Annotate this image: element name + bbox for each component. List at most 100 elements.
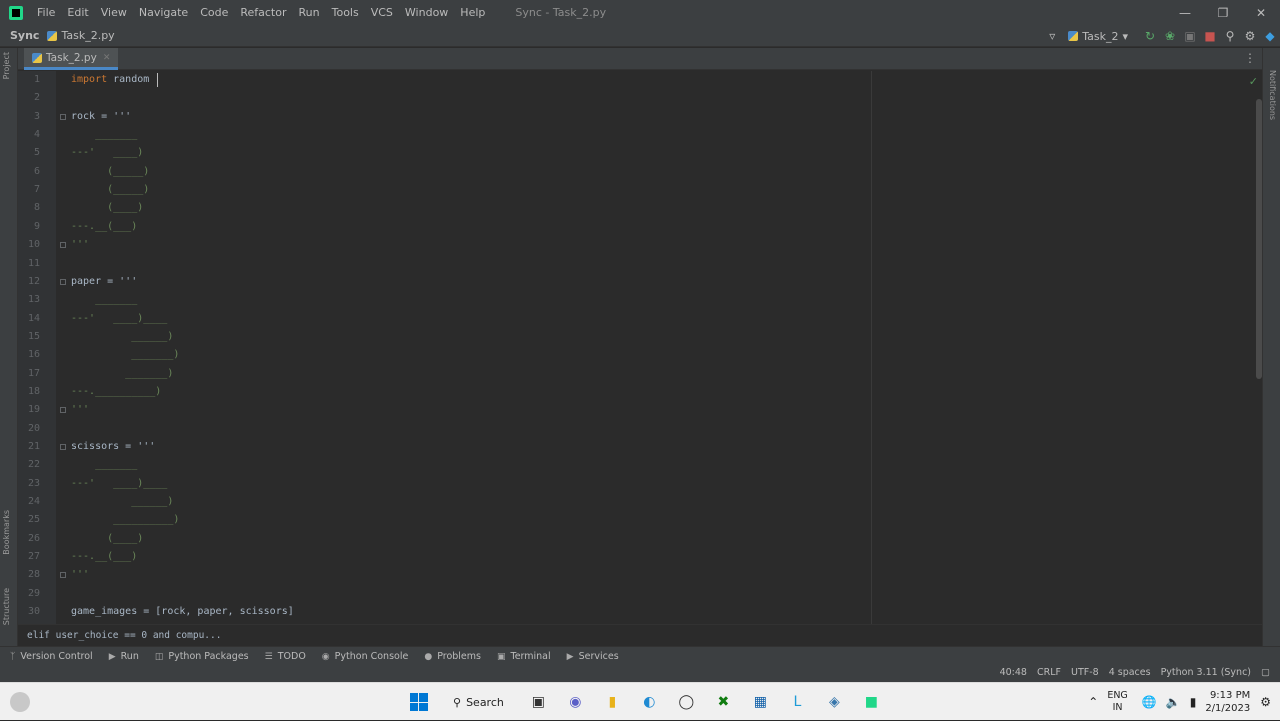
pycharm-taskbar-icon[interactable]: ■ [856, 687, 886, 717]
lock-icon[interactable]: ▢ [1261, 667, 1270, 678]
fold-marker-icon[interactable] [60, 278, 66, 285]
plugin-icon[interactable]: ◆ [1260, 26, 1280, 46]
menu-navigate[interactable]: Navigate [133, 0, 194, 25]
code-line[interactable]: 3 rock = ''' [18, 108, 1262, 126]
code-line[interactable]: 8 (____) [18, 199, 1262, 217]
task-view-icon[interactable]: ▣ [523, 687, 553, 717]
indent-setting[interactable]: 4 spaces [1109, 667, 1151, 678]
stop-icon[interactable]: ■ [1200, 26, 1220, 46]
menu-code[interactable]: Code [194, 0, 234, 25]
user-icon[interactable]: ▿ [1042, 26, 1062, 46]
restore-icon[interactable]: ❐ [1204, 0, 1242, 25]
code-line[interactable]: 20 [18, 420, 1262, 438]
fold-marker-icon[interactable] [60, 242, 66, 249]
fold-marker-icon[interactable] [60, 572, 66, 579]
structure-tab[interactable]: Structure [2, 588, 11, 625]
notifications-tab[interactable]: Notifications [1268, 70, 1277, 120]
code-line[interactable]: 6 (_____) [18, 163, 1262, 181]
language-indicator[interactable]: ENG IN [1107, 690, 1127, 714]
tool-services[interactable]: ▶ Services [567, 651, 619, 662]
xbox-icon[interactable]: ✖ [708, 687, 738, 717]
menu-file[interactable]: File [31, 0, 61, 25]
code-line[interactable]: 13 _______ [18, 291, 1262, 309]
volume-icon[interactable]: 🔈 [1166, 695, 1181, 709]
code-line[interactable]: 12 paper = ''' [18, 273, 1262, 291]
tool-terminal[interactable]: ▣ Terminal [497, 651, 551, 662]
taskbar-search[interactable]: ⚲ Search [443, 689, 514, 715]
fold-marker-icon[interactable] [60, 444, 66, 450]
code-line[interactable]: 29 [18, 585, 1262, 603]
breadcrumb-file[interactable]: Task_2.py [47, 29, 115, 42]
system-clock[interactable]: 9:13 PM 2/1/2023 [1205, 689, 1250, 715]
code-line[interactable]: 10 ''' [18, 236, 1262, 254]
start-button[interactable] [404, 687, 434, 717]
calculator-icon[interactable]: ▦ [745, 687, 775, 717]
search-icon[interactable]: ⚲ [1220, 26, 1240, 46]
gear-icon[interactable]: ⚙ [1240, 26, 1260, 46]
bookmarks-tab[interactable]: Bookmarks [2, 510, 11, 555]
tool-run[interactable]: ▶ Run [109, 651, 139, 662]
menu-help[interactable]: Help [454, 0, 491, 25]
code-line[interactable]: 21 scissors = ''' [18, 438, 1262, 456]
file-encoding[interactable]: UTF-8 [1071, 667, 1099, 678]
line-separator[interactable]: CRLF [1037, 667, 1061, 678]
menu-refactor[interactable]: Refactor [234, 0, 292, 25]
code-line[interactable]: 25 __________) [18, 511, 1262, 529]
code-line[interactable]: 2 [18, 89, 1262, 107]
code-line[interactable]: 22 _______ [18, 456, 1262, 474]
code-line[interactable]: 11 [18, 255, 1262, 273]
python-icon[interactable]: ◈ [819, 687, 849, 717]
code-line[interactable]: 23 ---' ____)____ [18, 475, 1262, 493]
tool-problems[interactable]: ● Problems [424, 651, 481, 662]
close-tab-icon[interactable]: ✕ [103, 53, 111, 63]
code-line[interactable]: 1 import random [18, 71, 1262, 89]
code-line[interactable]: 9 ---.__(___) [18, 218, 1262, 236]
tool-python-packages[interactable]: ◫ Python Packages [155, 651, 249, 662]
run-config-selector[interactable]: Task_2 ▾ [1062, 27, 1134, 45]
python-interpreter[interactable]: Python 3.11 (Sync) [1161, 667, 1251, 678]
menu-tools[interactable]: Tools [326, 0, 365, 25]
code-line[interactable]: 17 _______) [18, 365, 1262, 383]
network-icon[interactable]: 🌐 [1142, 695, 1157, 709]
code-line[interactable]: 30 game_images = [rock, paper, scissors] [18, 603, 1262, 621]
fold-marker-icon[interactable] [60, 407, 66, 414]
menu-view[interactable]: View [95, 0, 133, 25]
code-editor[interactable]: ✓ 1 import random 2 3 rock = ''' 4 _______ 5 --… [18, 71, 1262, 624]
notification-bell-icon[interactable]: ⚙ [1260, 695, 1271, 709]
code-line[interactable]: 27 ---.__(___) [18, 548, 1262, 566]
code-line[interactable]: 15 ______) [18, 328, 1262, 346]
code-line[interactable]: 4 _______ [18, 126, 1262, 144]
obs-icon[interactable]: ◯ [671, 687, 701, 717]
close-icon[interactable]: ✕ [1242, 0, 1280, 25]
chevron-up-icon[interactable]: ⌃ [1088, 695, 1098, 709]
menu-vcs[interactable]: VCS [365, 0, 399, 25]
rerun-icon[interactable]: ↻ [1140, 26, 1160, 46]
code-line[interactable]: 16 _______) [18, 346, 1262, 364]
code-line[interactable]: 24 ______) [18, 493, 1262, 511]
menu-window[interactable]: Window [399, 0, 454, 25]
menu-edit[interactable]: Edit [61, 0, 94, 25]
menu-run[interactable]: Run [293, 0, 326, 25]
breadcrumb-project[interactable]: Sync [10, 29, 39, 42]
more-tabs-icon[interactable]: ⋮ [1244, 51, 1256, 65]
code-line[interactable]: 7 (_____) [18, 181, 1262, 199]
editor-tab-task2[interactable]: Task_2.py ✕ [24, 48, 119, 70]
tool-python-console[interactable]: ◉ Python Console [322, 651, 409, 662]
battery-icon[interactable]: ▮ [1190, 695, 1197, 709]
code-line[interactable]: 18 ---.__________) [18, 383, 1262, 401]
fold-marker-icon[interactable] [60, 113, 66, 120]
coverage-icon[interactable]: ▣ [1180, 26, 1200, 46]
code-line[interactable]: 14 ---' ____)____ [18, 310, 1262, 328]
l-app-icon[interactable]: L [782, 687, 812, 717]
code-line[interactable]: 19 ''' [18, 401, 1262, 419]
cursor-position[interactable]: 40:48 [1000, 667, 1027, 678]
debug-icon[interactable]: ❀ [1160, 26, 1180, 46]
file-explorer-icon[interactable]: ▮ [597, 687, 627, 717]
minimize-icon[interactable]: — [1166, 0, 1204, 25]
code-line[interactable]: 5 ---' ____) [18, 144, 1262, 162]
widgets-icon[interactable] [10, 692, 30, 712]
code-breadcrumb[interactable]: elif user_choice == 0 and compu... [18, 624, 1262, 646]
tool-todo[interactable]: ☰ TODO [265, 651, 306, 662]
project-tab[interactable]: Project [2, 52, 11, 79]
tool-version-control[interactable]: ᛉ Version Control [10, 651, 93, 662]
